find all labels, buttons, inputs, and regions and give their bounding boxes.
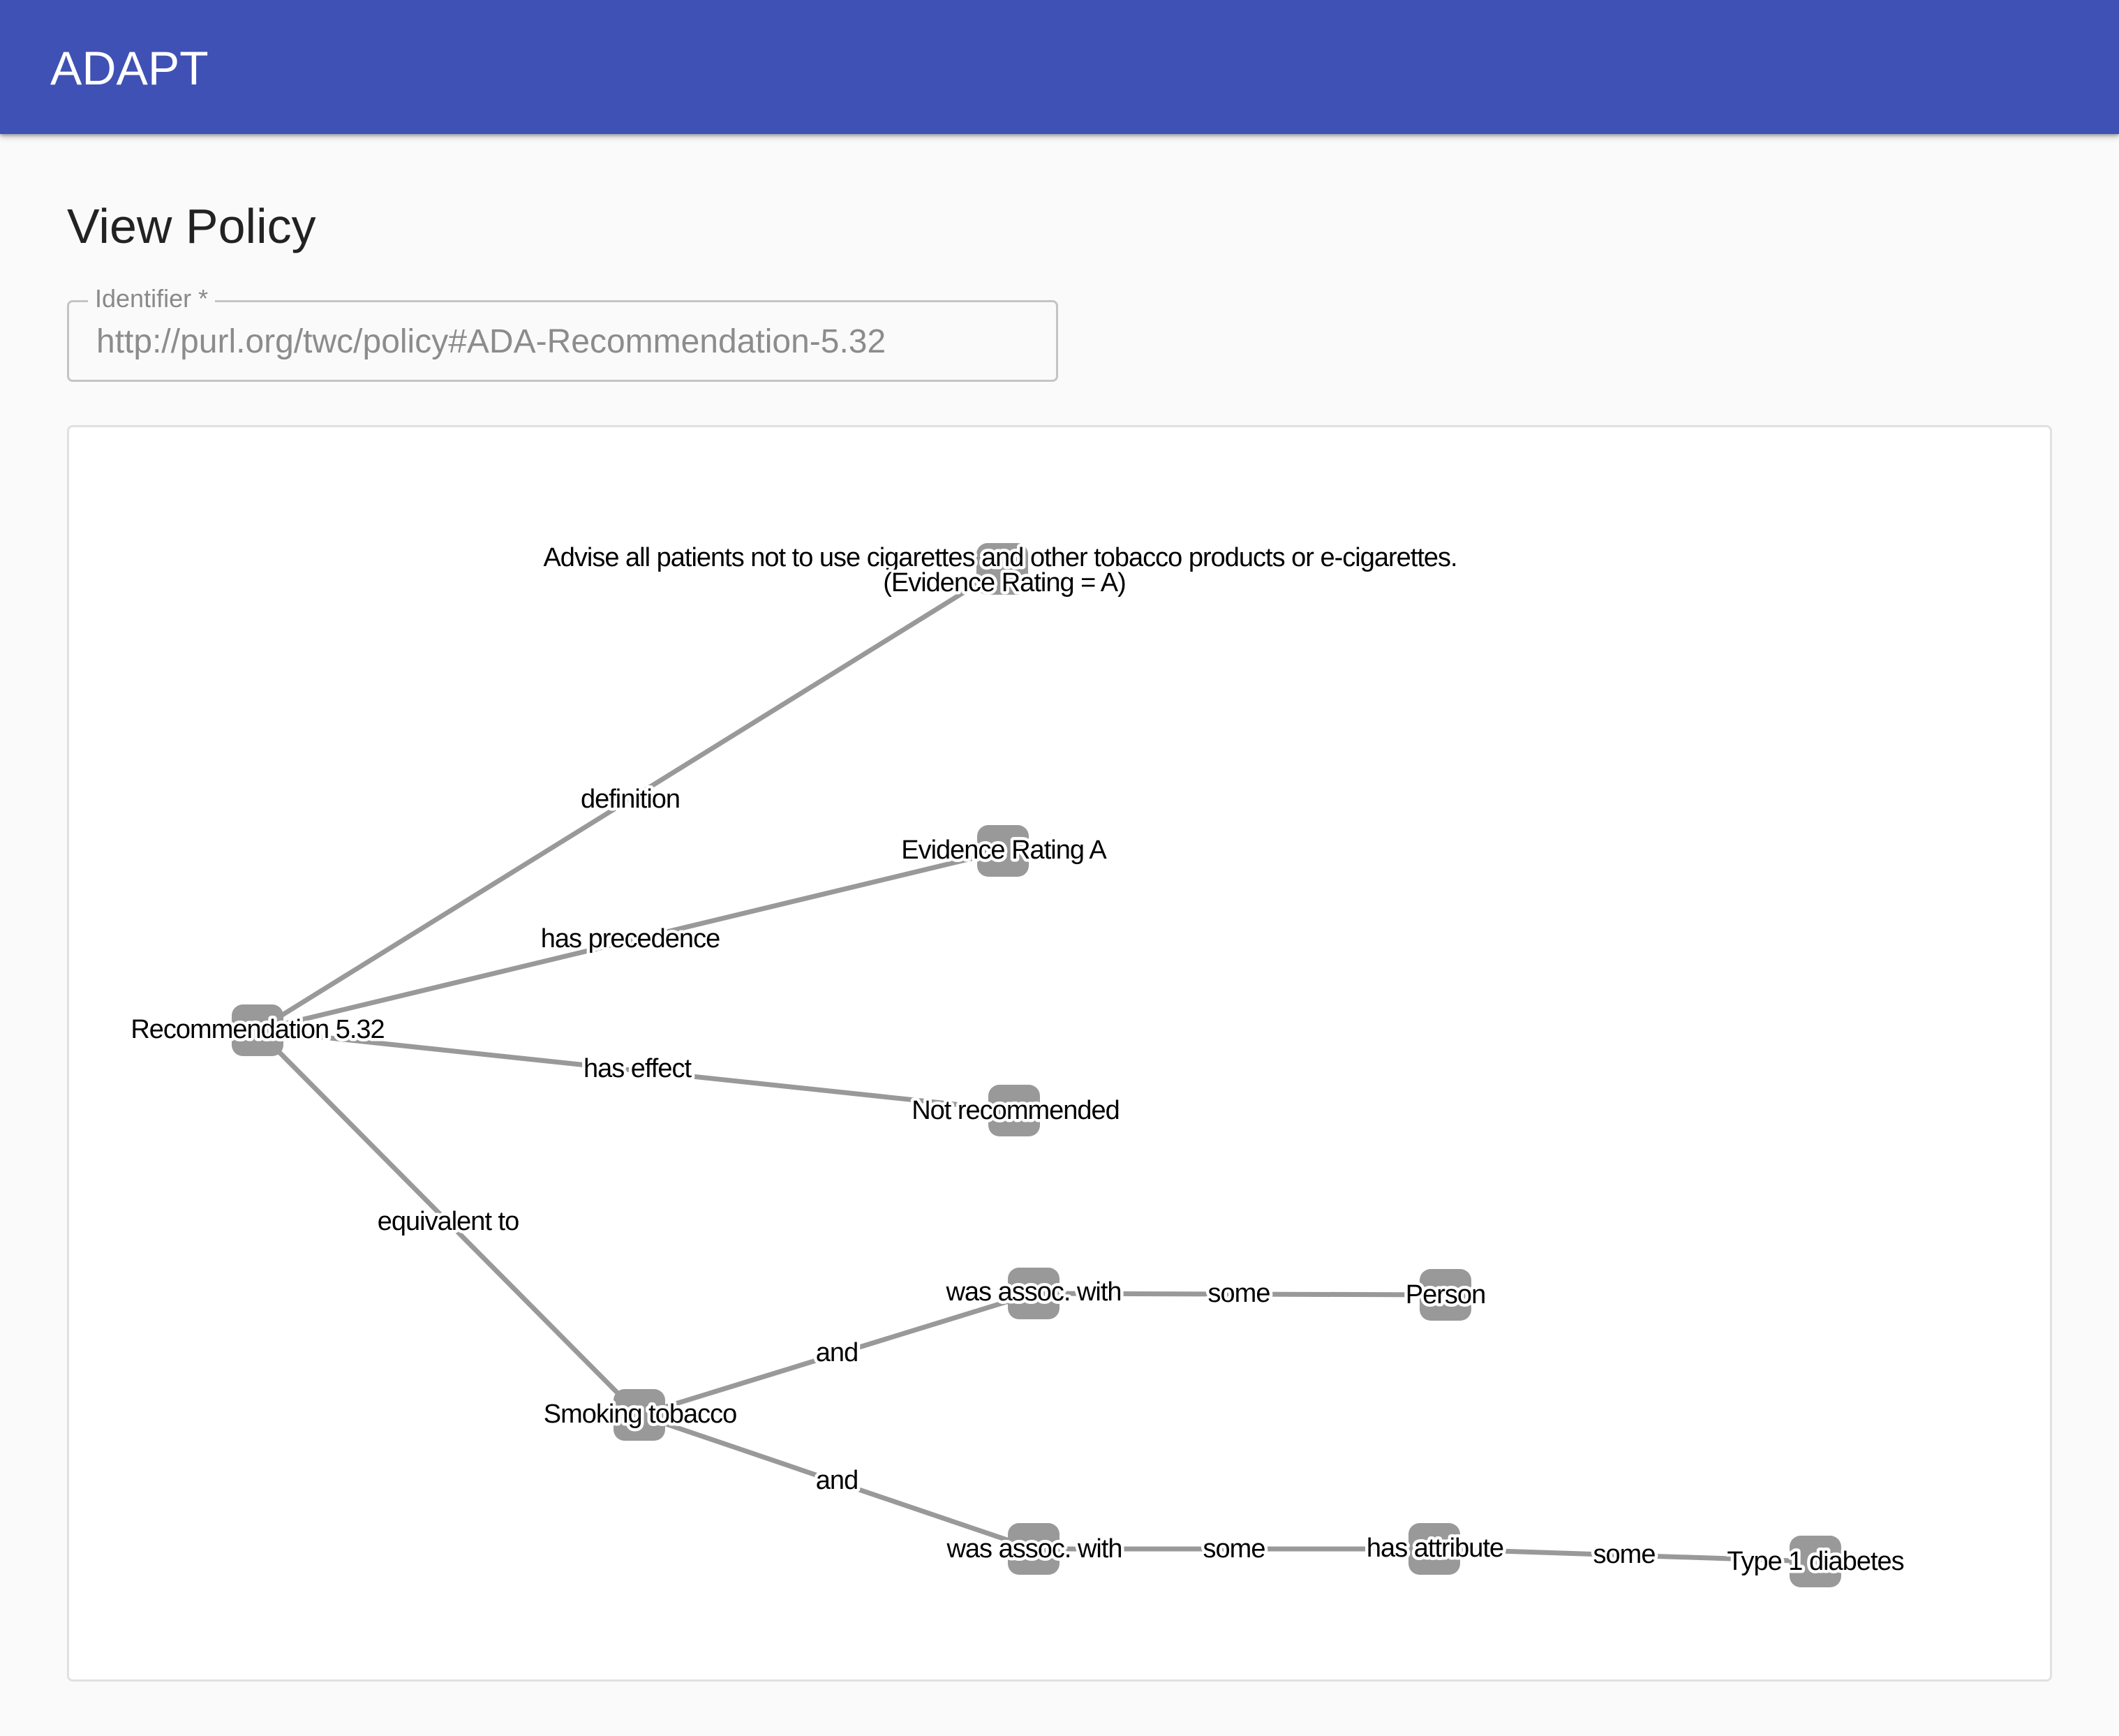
graph-edges	[255, 567, 1816, 1564]
node-label-smoking-tobacco: Smoking tobacco	[544, 1400, 737, 1429]
node-label-root: Recommendation 5.32	[131, 1015, 384, 1044]
edge-label-and-upper: and	[816, 1338, 858, 1367]
node-label-definition-line2: (Evidence Rating = A)	[883, 568, 1126, 598]
identifier-input[interactable]	[96, 322, 1046, 362]
app-bar: ADAPT	[0, 0, 2119, 134]
policy-graph[interactable]: definition has precedence has effect equ…	[69, 427, 2050, 1679]
edge-label-has-effect: has effect	[583, 1054, 692, 1083]
edge-label-equivalent-to: equivalent to	[378, 1207, 519, 1236]
edge-label-some-person: some	[1208, 1279, 1270, 1308]
graph-nodes	[232, 543, 1841, 1587]
edge-label-some-diabetes: some	[1593, 1540, 1656, 1569]
node-label-person: Person	[1406, 1280, 1485, 1310]
edge-label-and-lower: and	[816, 1466, 858, 1495]
node-label-type1-diabetes: Type 1 diabetes	[1727, 1547, 1903, 1576]
identifier-label: Identifier *	[88, 283, 216, 314]
graph-edge-labels: definition has precedence has effect equ…	[374, 782, 1659, 1573]
app-title[interactable]: ADAPT	[50, 40, 209, 96]
node-label-has-attribute: has attribute	[1367, 1534, 1503, 1563]
node-label-assoc-lower: was assoc. with	[946, 1534, 1122, 1564]
page-title: View Policy	[67, 199, 316, 253]
node-label-assoc-upper: was assoc. with	[945, 1277, 1121, 1307]
node-label-not-recommended: Not recommended	[912, 1096, 1120, 1125]
graph-node-labels: Advise all patients not to use cigarette…	[128, 540, 1908, 1580]
policy-graph-panel: definition has precedence has effect equ…	[67, 425, 2052, 1682]
edge-label-some-attribute: some	[1203, 1534, 1265, 1564]
edge-label-definition: definition	[581, 785, 680, 814]
edge-label-has-precedence: has precedence	[541, 924, 720, 954]
node-label-evidence-rating: Evidence Rating A	[901, 836, 1107, 865]
